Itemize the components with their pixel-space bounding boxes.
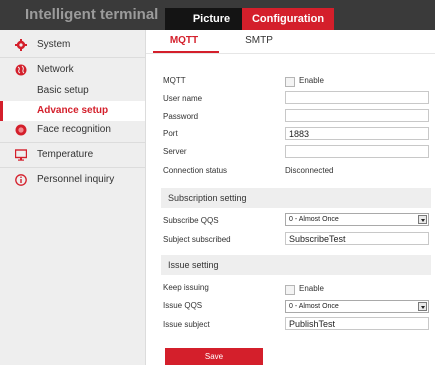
subscription-section-title: Subscription setting — [168, 193, 247, 203]
sidebar-item-label: Personnel inquiry — [37, 174, 115, 185]
sidebar-item-label: Face recognition — [37, 124, 111, 135]
subject-subscribed-field[interactable]: SubscribeTest — [285, 232, 429, 245]
sidebar-item-personnel-inquiry[interactable]: Personnel inquiry — [0, 168, 145, 192]
sidebar-item-label: System — [37, 39, 71, 50]
monitor-icon — [15, 149, 27, 161]
sidebar-item-system[interactable]: System — [0, 33, 145, 57]
sidebar-item-network[interactable]: Network — [0, 58, 145, 82]
chevron-down-icon[interactable] — [418, 302, 427, 311]
face-icon — [15, 124, 27, 136]
tab-configuration[interactable]: Configuration — [242, 8, 334, 30]
chevron-down-icon[interactable] — [418, 215, 427, 224]
issue-subject-field[interactable]: PublishTest — [285, 317, 429, 330]
main-content: MQTT SMTP MQTT Enable User name Password… — [146, 30, 435, 365]
server-label: Server — [163, 147, 187, 156]
top-bar: Intelligent terminal Picture Configurati… — [0, 0, 435, 30]
username-field[interactable] — [285, 91, 429, 104]
issue-qos-select[interactable]: 0 - Almost Once — [285, 300, 429, 313]
keep-issuing-enable-label: Enable — [299, 284, 324, 293]
mqtt-enable-label: Enable — [299, 76, 324, 85]
issue-subject-label: Issue subject — [163, 320, 210, 329]
mqtt-enable-checkbox[interactable] — [285, 77, 295, 87]
tab-divider — [146, 53, 435, 54]
subscribe-qos-label: Subscribe QQS — [163, 216, 219, 225]
app-title: Intelligent terminal — [25, 6, 159, 23]
tab-smtp[interactable]: SMTP — [228, 30, 290, 52]
password-field[interactable] — [285, 109, 429, 122]
subject-subscribed-label: Subject subscribed — [163, 235, 231, 244]
sidebar: System Network Basic setup Advance setup… — [0, 30, 146, 365]
keep-issuing-checkbox[interactable] — [285, 285, 295, 295]
globe-icon — [15, 64, 27, 76]
keep-issuing-label: Keep issuing — [163, 283, 209, 292]
connection-status-value: Disconnected — [285, 166, 334, 175]
gear-icon — [15, 39, 27, 51]
sidebar-subitem-basic-setup[interactable]: Basic setup — [0, 81, 145, 101]
info-icon — [15, 174, 27, 186]
password-label: Password — [163, 112, 199, 121]
sidebar-item-label: Network — [37, 64, 74, 75]
subscribe-qos-select[interactable]: 0 - Almost Once — [285, 213, 429, 226]
sidebar-item-label: Temperature — [37, 149, 94, 160]
sidebar-item-face-recognition[interactable]: Face recognition — [0, 118, 145, 142]
mqtt-label: MQTT — [163, 76, 186, 85]
subscription-section-header: Subscription setting — [161, 188, 431, 208]
tab-mqtt[interactable]: MQTT — [153, 30, 215, 52]
issue-qos-label: Issue QQS — [163, 301, 203, 310]
issue-qos-value: 0 - Almost Once — [289, 303, 339, 310]
server-field[interactable] — [285, 145, 429, 158]
username-label: User name — [163, 94, 203, 103]
issue-section-header: Issue setting — [161, 255, 431, 275]
port-label: Port — [163, 129, 178, 138]
sidebar-item-temperature[interactable]: Temperature — [0, 143, 145, 167]
subscribe-qos-value: 0 - Almost Once — [289, 216, 339, 223]
sidebar-subitem-label: Basic setup — [37, 85, 89, 96]
save-button[interactable]: Save — [165, 348, 263, 365]
port-field[interactable]: 1883 — [285, 127, 429, 140]
issue-section-title: Issue setting — [168, 260, 219, 270]
connection-status-label: Connection status — [163, 166, 228, 175]
